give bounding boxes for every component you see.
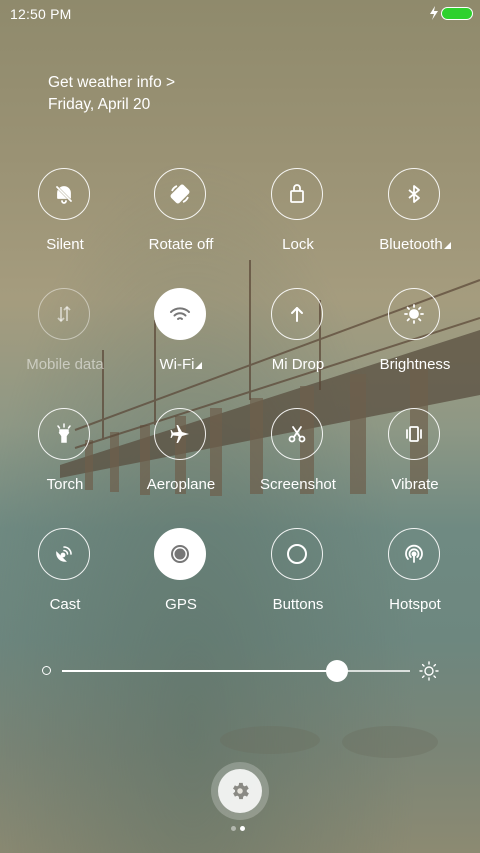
toggle-rotate[interactable]: Rotate off bbox=[123, 168, 239, 268]
torch-icon bbox=[38, 408, 90, 460]
toggle-aeroplane[interactable]: Aeroplane bbox=[123, 408, 239, 508]
toggle-vibrate[interactable]: Vibrate bbox=[357, 408, 473, 508]
toggle-label: Screenshot bbox=[260, 476, 336, 493]
more-indicator-icon bbox=[195, 362, 203, 369]
toggle-label: Brightness bbox=[379, 356, 451, 373]
toggle-torch[interactable]: Torch bbox=[7, 408, 123, 508]
brightness-icon bbox=[388, 288, 440, 340]
toggle-wifi[interactable]: Wi-Fi bbox=[123, 288, 239, 388]
mobile-data-icon bbox=[38, 288, 90, 340]
toggle-mi-drop[interactable]: Mi Drop bbox=[240, 288, 356, 388]
toggle-hotspot[interactable]: Hotspot bbox=[357, 528, 473, 628]
toggle-label: Lock bbox=[282, 236, 314, 253]
toggle-bluetooth[interactable]: Bluetooth bbox=[357, 168, 473, 268]
toggle-buttons[interactable]: Buttons bbox=[240, 528, 356, 628]
brightness-track[interactable] bbox=[62, 660, 410, 682]
aeroplane-icon bbox=[154, 408, 206, 460]
toggle-silent[interactable]: Silent bbox=[7, 168, 123, 268]
more-indicator-icon bbox=[443, 242, 451, 249]
rotate-icon bbox=[154, 168, 206, 220]
brightness-fill bbox=[62, 670, 337, 672]
quick-settings-grid: Silent Rotate off Lock Bluetooth Mobile … bbox=[0, 0, 480, 853]
brightness-knob[interactable] bbox=[325, 660, 348, 682]
toggle-label: Rotate off bbox=[148, 236, 214, 253]
toggle-cast[interactable]: Cast bbox=[7, 528, 123, 628]
cast-icon bbox=[38, 528, 90, 580]
lock-icon bbox=[271, 168, 323, 220]
brightness-max-icon bbox=[419, 661, 439, 681]
toggle-lock[interactable]: Lock bbox=[240, 168, 356, 268]
toggle-label: Hotspot bbox=[389, 596, 441, 613]
settings-button-inner bbox=[218, 769, 262, 813]
page-dot bbox=[240, 826, 245, 831]
toggle-label: Buttons bbox=[272, 596, 324, 613]
vibrate-icon bbox=[388, 408, 440, 460]
toggle-label: GPS bbox=[165, 596, 197, 613]
toggle-label: Bluetooth bbox=[347, 236, 480, 253]
silent-icon bbox=[38, 168, 90, 220]
gps-icon bbox=[154, 528, 206, 580]
gear-icon bbox=[233, 782, 249, 800]
toggle-brightness[interactable]: Brightness bbox=[357, 288, 473, 388]
toggle-gps[interactable]: GPS bbox=[123, 528, 239, 628]
brightness-min-icon bbox=[42, 666, 51, 675]
hotspot-icon bbox=[388, 528, 440, 580]
settings-button[interactable] bbox=[211, 762, 269, 820]
toggle-label: Wi-Fi bbox=[113, 356, 249, 373]
page-dot bbox=[231, 826, 236, 831]
brightness-slider[interactable] bbox=[40, 660, 440, 682]
toggle-label: Aeroplane bbox=[146, 476, 216, 493]
toggle-label: Vibrate bbox=[391, 476, 439, 493]
bluetooth-icon bbox=[388, 168, 440, 220]
mi-drop-icon bbox=[271, 288, 323, 340]
toggle-mobile-data[interactable]: Mobile data bbox=[7, 288, 123, 388]
toggle-label: Mi Drop bbox=[271, 356, 325, 373]
buttons-icon bbox=[271, 528, 323, 580]
wifi-icon bbox=[154, 288, 206, 340]
screenshot-icon bbox=[271, 408, 323, 460]
toggle-screenshot[interactable]: Screenshot bbox=[240, 408, 356, 508]
page-indicator bbox=[231, 826, 251, 832]
